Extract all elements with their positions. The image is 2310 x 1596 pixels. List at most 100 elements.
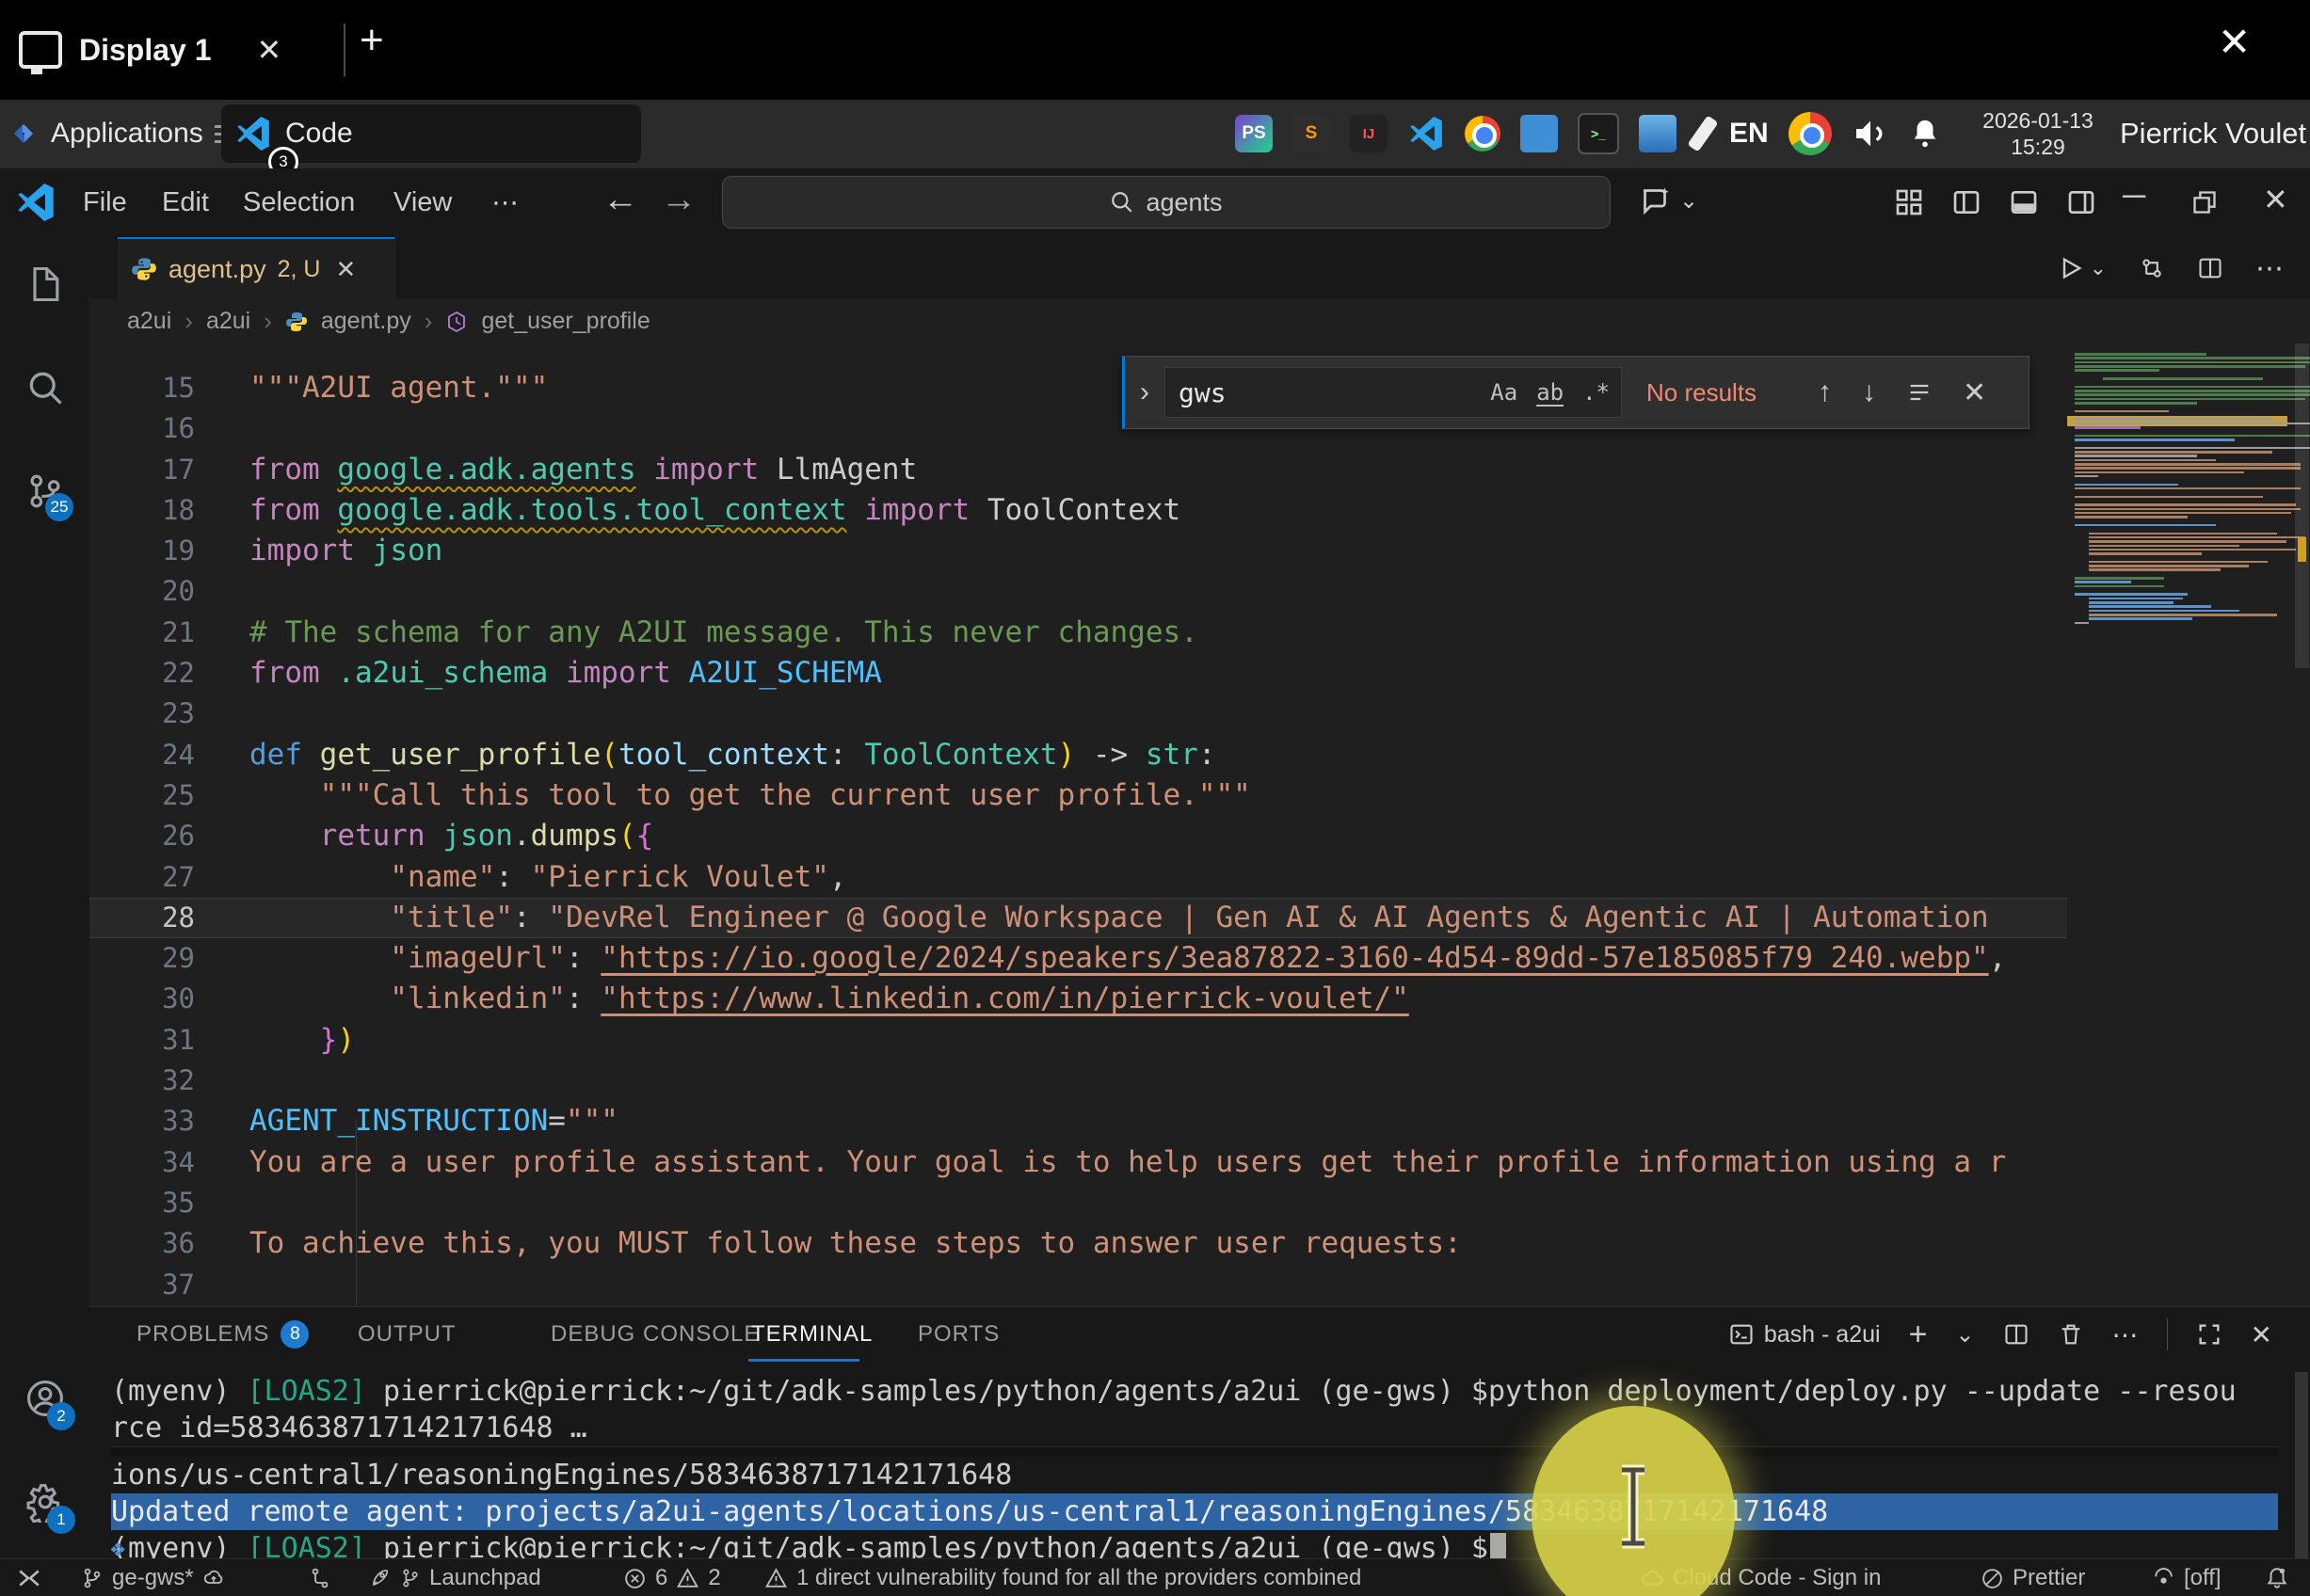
close-panel-icon[interactable]: ✕ [2251,1319,2272,1350]
panel-more-actions-icon[interactable]: ⋯ [2112,1319,2139,1350]
terminal-tray-icon[interactable]: >_ [1578,113,1619,154]
terminal-scrollbar[interactable] [2295,1372,2308,1587]
tab-problems[interactable]: PROBLEMS 8 [136,1307,309,1362]
find-in-selection-icon[interactable] [1906,379,1933,406]
breadcrumb-symbol[interactable]: get_user_profile [481,308,650,335]
menu-edit[interactable]: Edit [152,168,218,237]
code-line-29[interactable]: 29 "imageUrl": "https://io.google/2024/s… [89,938,2067,979]
code-line-25[interactable]: 25 """Call this tool to get the current … [89,775,2067,816]
intellij-tray-icon[interactable]: IJ [1350,115,1388,152]
menu-file[interactable]: File [73,168,136,237]
explorer-icon[interactable] [24,263,66,305]
match-case-icon[interactable]: Aa [1490,379,1517,406]
terminal-line-selected[interactable]: Updated remote agent: projects/a2ui-agen… [111,1493,2278,1530]
window-restore-icon[interactable] [2191,189,2218,215]
code-line-23[interactable]: 23 [89,694,2067,734]
navigate-forward-icon[interactable]: → [661,180,697,220]
remote-indicator[interactable] [17,1559,41,1596]
code-line-33[interactable]: 33AGENT_INSTRUCTION=""" [89,1101,2067,1141]
find-previous-icon[interactable]: ↑ [1818,376,1832,408]
volume-icon[interactable] [1852,115,1889,152]
tab-agent-py[interactable]: agent.py 2, U ✕ [118,237,395,299]
maximize-panel-icon[interactable] [2196,1321,2222,1348]
terminal-output[interactable]: (myenv) [LOAS2] pierrick@pierrick:~/git/… [111,1373,2278,1567]
code-line-22[interactable]: 22from .a2ui_schema import A2UI_SCHEMA [89,653,2067,694]
find-input[interactable]: gws Aa ab .* [1164,367,1622,418]
code-line-27[interactable]: 27 "name": "Pierrick Voulet", [89,857,2067,898]
new-display-button[interactable]: + [360,17,384,64]
code-editor[interactable]: 15"""A2UI agent."""1617from google.adk.a… [89,343,2067,1306]
terminal-line[interactable]: ions/us-central1/reasoningEngines/583463… [111,1457,2278,1493]
sublime-tray-icon[interactable]: S [1292,115,1330,152]
vscode-tray-icon[interactable] [1407,115,1445,152]
minimap[interactable] [2067,343,2294,1306]
terminal-line[interactable]: (myenv) [LOAS2] pierrick@pierrick:~/git/… [111,1373,2278,1410]
code-line-18[interactable]: 18from google.adk.tools.tool_context imp… [89,490,2067,531]
find-close-icon[interactable]: ✕ [1963,376,1986,409]
terminal-instance[interactable]: bash - a2ui [1728,1321,1881,1349]
code-line-36[interactable]: 36To achieve this, you MUST follow these… [89,1223,2067,1264]
launchpad-status[interactable]: Launchpad [369,1559,541,1596]
editor-more-actions-icon[interactable]: ⋯ [2255,252,2284,285]
notifications-status[interactable] [2265,1559,2289,1596]
code-line-35[interactable]: 35 [89,1183,2067,1223]
regex-icon[interactable]: .* [1582,379,1610,406]
split-editor-icon[interactable] [2197,255,2223,281]
whole-word-icon[interactable]: ab [1536,379,1564,406]
chrome-tray-icon[interactable] [1465,116,1500,152]
editor-scrollbar[interactable] [2294,343,2310,1306]
terminal-dropdown-icon[interactable]: ⌄ [1955,1321,1974,1349]
window-close-icon[interactable]: ✕ [2263,182,2288,217]
vulnerability-status[interactable]: 1 direct vulnerability found for all the… [764,1559,1361,1596]
code-line-20[interactable]: 20 [89,571,2067,612]
source-control-icon[interactable]: 25 [24,471,66,512]
taskbar-window-button[interactable]: 3 Code [221,104,641,163]
menu-selection[interactable]: Selection [233,168,364,237]
code-line-26[interactable]: 26 return json.dumps({ [89,816,2067,856]
find-next-icon[interactable]: ↓ [1862,376,1876,408]
split-terminal-icon[interactable] [2003,1321,2029,1348]
tab-ports[interactable]: PORTS [918,1307,1000,1362]
terminal-line[interactable]: rce id=5834638717142171648 … [111,1410,2278,1446]
keyboard-layout-indicator[interactable]: EN [1729,115,1769,152]
code-line-19[interactable]: 19import json [89,531,2067,571]
breadcrumb-folder[interactable]: a2ui [206,308,250,335]
accounts-icon[interactable]: 2 [24,1378,66,1419]
toggle-secondary-sidebar-icon[interactable] [2066,187,2096,217]
command-center-search[interactable]: agents [722,176,1611,229]
find-replace-toggle-icon[interactable]: › [1125,376,1164,408]
run-python-button[interactable]: ⌄ [2058,255,2107,281]
search-sidebar-icon[interactable] [24,367,66,408]
code-line-34[interactable]: 34You are a user profile assistant. Your… [89,1142,2067,1183]
tab-close-icon[interactable]: ✕ [335,255,356,284]
file-manager-tray-icon[interactable] [1520,115,1558,152]
menu-more[interactable]: ⋯ [482,168,528,237]
code-line-21[interactable]: 21# The schema for any A2UI message. Thi… [89,613,2067,653]
copilot-button[interactable]: ⌄ [1638,184,1698,217]
problems-status[interactable]: 6 2 [623,1559,721,1596]
code-line-17[interactable]: 17from google.adk.agents import LlmAgent [89,450,2067,490]
settings-gear-icon[interactable]: 1 [24,1481,66,1523]
window-minimize-icon[interactable]: ─ [2123,178,2145,215]
remote-close-icon[interactable]: ✕ [2218,19,2251,65]
scrollbar-thumb[interactable] [2295,343,2309,668]
code-line-31[interactable]: 31 }) [89,1020,2067,1061]
kill-terminal-icon[interactable] [2058,1321,2084,1348]
code-line-32[interactable]: 32 [89,1061,2067,1101]
tab-terminal[interactable]: TERMINAL [751,1307,873,1362]
code-line-24[interactable]: 24def get_user_profile(tool_context: Too… [89,735,2067,775]
notification-bell-icon[interactable] [1909,116,1941,152]
tab-output[interactable]: OUTPUT [358,1307,457,1362]
remote-tab-close-icon[interactable]: ✕ [257,32,282,68]
git-branch-status[interactable]: ge-gws* [81,1559,225,1596]
toggle-sidebar-icon[interactable] [1951,187,1981,217]
open-changes-icon[interactable] [2139,255,2165,281]
remote-display-tab[interactable]: Display 1 ✕ [19,21,281,79]
prettier-status[interactable]: Prettier [1981,1559,2085,1596]
screencast-status[interactable]: [off] [2152,1559,2222,1596]
tab-debug-console[interactable]: DEBUG CONSOLE [551,1307,760,1362]
stylus-tray-icon[interactable] [1687,115,1718,152]
clock[interactable]: 2026-01-13 15:29 [1977,107,2099,160]
compare-changes-status[interactable] [309,1559,331,1596]
navigate-back-icon[interactable]: ← [602,180,638,220]
